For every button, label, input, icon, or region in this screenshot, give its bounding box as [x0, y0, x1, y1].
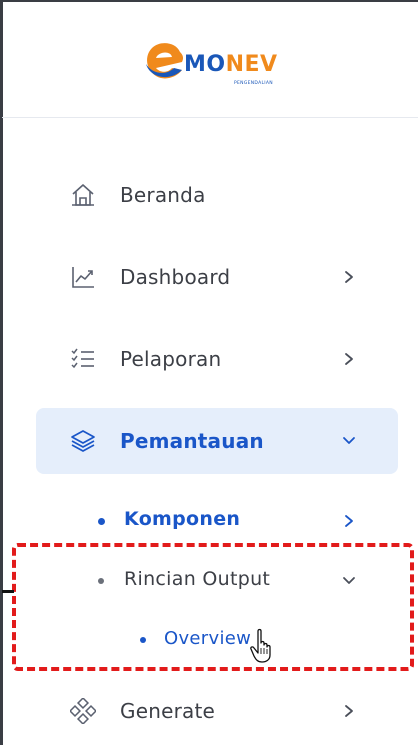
chart-icon	[72, 267, 94, 288]
sidebar-item-label: Beranda	[120, 183, 206, 207]
submenu-item-komponen[interactable]: Komponen	[36, 496, 398, 546]
sidebar-header: MONEV PENGENDALIAN	[2, 2, 418, 118]
sidebar-item-generate[interactable]: Generate	[36, 678, 398, 744]
chevron-right-icon	[345, 515, 353, 527]
emonev-logo[interactable]: MONEV PENGENDALIAN	[142, 38, 282, 94]
logo-wordmark: MONEV	[184, 52, 278, 77]
sidebar-item-label: Pemantauan	[120, 429, 264, 453]
chevron-down-icon	[343, 437, 355, 444]
hand-cursor-icon	[250, 628, 271, 663]
sidebar-item-beranda[interactable]: Beranda	[36, 162, 398, 228]
home-icon	[72, 184, 94, 206]
sidebar-item-label: Pelaporan	[120, 347, 222, 371]
sidebar-item-label: Dashboard	[120, 265, 231, 289]
chevron-right-icon	[345, 271, 353, 283]
checklist-icon	[71, 348, 94, 369]
layers-icon	[71, 430, 95, 452]
chevron-right-icon	[345, 705, 353, 717]
sidebar-item-pemantauan[interactable]: Pemantauan	[36, 408, 398, 474]
sidebar-item-label: Generate	[120, 699, 216, 723]
sidebar-item-dashboard[interactable]: Dashboard	[36, 244, 398, 310]
diamond-grid-icon	[70, 698, 96, 724]
logo-e-mark-icon	[146, 43, 184, 79]
sidebar-item-pelaporan[interactable]: Pelaporan	[36, 326, 398, 392]
submenu-item-label: Komponen	[124, 508, 241, 530]
highlight-pointer-line	[2, 590, 14, 593]
bullet-dot	[98, 518, 105, 525]
highlight-box	[12, 543, 414, 671]
chevron-right-icon	[345, 353, 353, 365]
logo-subtitle: PENGENDALIAN	[234, 81, 273, 86]
